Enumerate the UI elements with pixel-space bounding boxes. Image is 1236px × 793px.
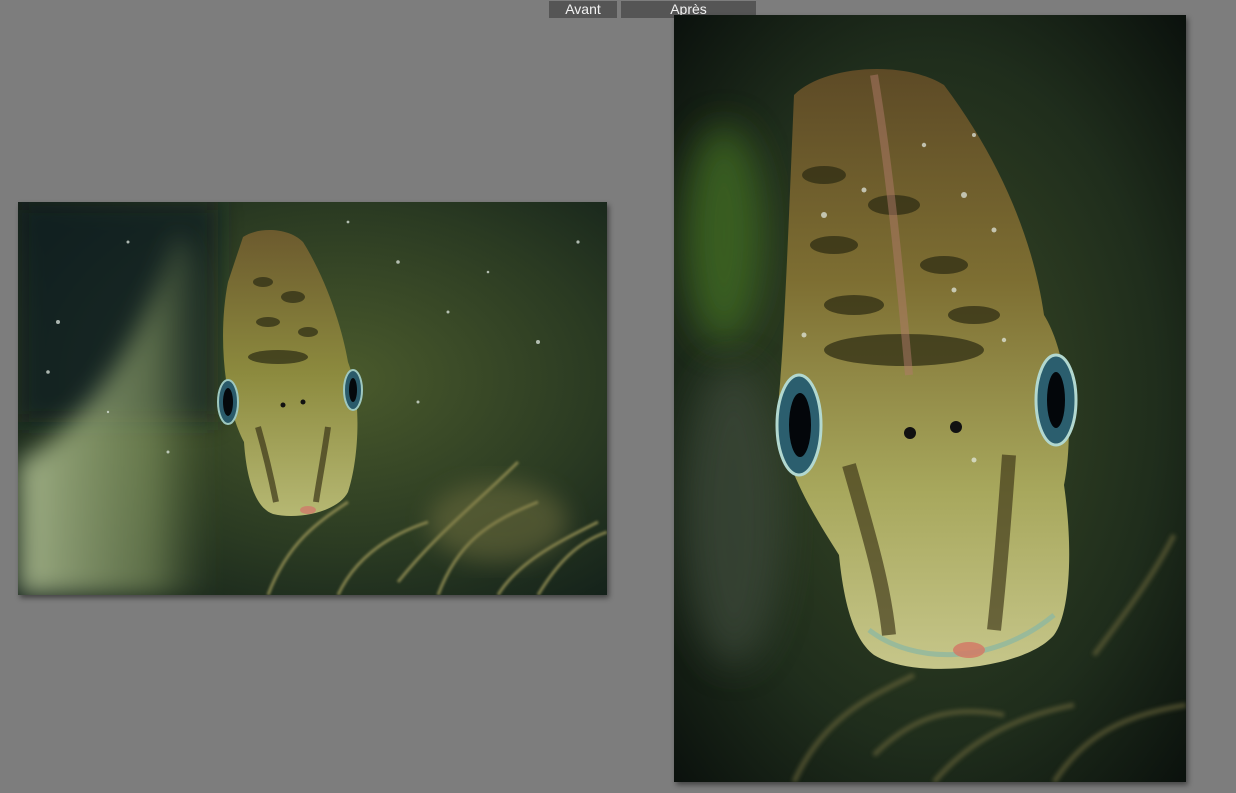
before-photo-image: [18, 202, 607, 595]
tab-before[interactable]: Avant: [549, 1, 617, 18]
before-photo[interactable]: [18, 202, 607, 595]
after-photo[interactable]: [674, 15, 1186, 782]
compare-workspace: Avant Après: [0, 0, 1236, 793]
after-photo-image: [674, 15, 1186, 782]
